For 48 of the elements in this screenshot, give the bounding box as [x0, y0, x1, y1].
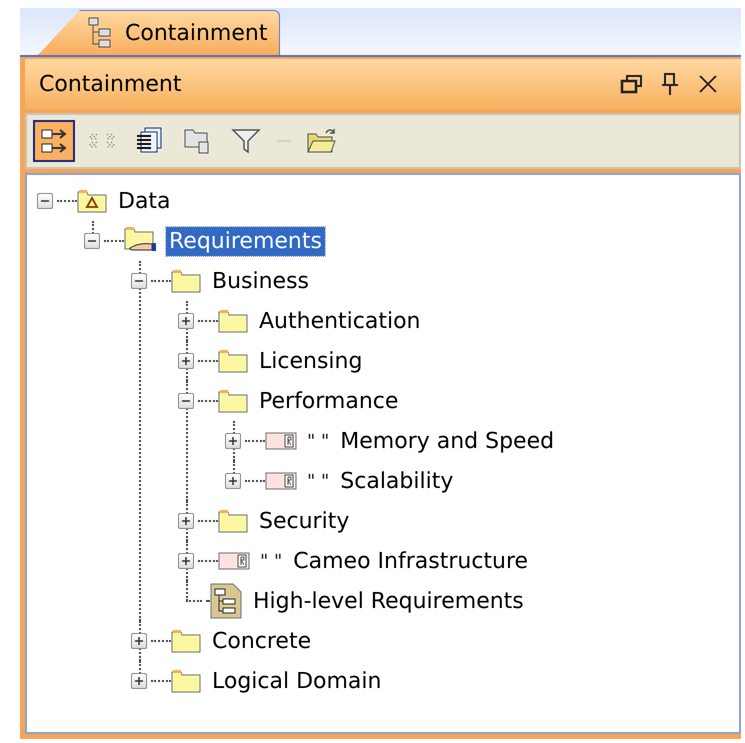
- folder-icon: [171, 269, 201, 293]
- tree-item[interactable]: Memory and Speed: [337, 426, 558, 456]
- expand-icon[interactable]: [178, 553, 194, 569]
- tree-item[interactable]: Concrete: [209, 626, 314, 656]
- pin-icon: [661, 72, 679, 96]
- folder-icon: [218, 349, 248, 373]
- tree-item[interactable]: Data: [115, 186, 174, 216]
- tree-item[interactable]: Cameo Infrastructure: [290, 546, 532, 576]
- folder-icon: [171, 669, 201, 693]
- tree-item[interactable]: Business: [209, 266, 312, 296]
- panel-title: Containment: [39, 72, 182, 96]
- requirement-icon: [218, 552, 250, 570]
- folder-icon: [218, 389, 248, 413]
- expand-icon[interactable]: [178, 313, 194, 329]
- tree-item[interactable]: Performance: [256, 386, 402, 416]
- diagram-icon: [210, 583, 242, 619]
- expand-icon[interactable]: [131, 673, 147, 689]
- collapse-icon[interactable]: [131, 273, 147, 289]
- tree-item[interactable]: High-level Requirements: [250, 586, 527, 616]
- tree-item[interactable]: Logical Domain: [209, 666, 384, 696]
- close-icon: [698, 74, 718, 94]
- expand-icon[interactable]: [178, 353, 194, 369]
- folder-icon: [171, 629, 201, 653]
- folder-icon: [218, 509, 248, 533]
- tree-item[interactable]: Licensing: [256, 346, 366, 376]
- expand-icon[interactable]: [131, 633, 147, 649]
- tree-item[interactable]: Scalability: [337, 466, 456, 496]
- stereotype-marks: " ": [260, 550, 282, 572]
- folder-icon: [218, 309, 248, 333]
- requirement-icon: [265, 472, 297, 490]
- requirement-icon: [265, 432, 297, 450]
- containment-tab[interactable]: Containment: [38, 10, 280, 55]
- tree-item[interactable]: Security: [256, 506, 352, 536]
- tree-icon: [87, 17, 113, 49]
- tab-label: Containment: [125, 20, 268, 46]
- stereotype-marks: " ": [307, 430, 330, 452]
- toolbar-button[interactable]: [33, 120, 75, 162]
- tree-item[interactable]: Authentication: [256, 306, 424, 336]
- restore-icon: [620, 73, 644, 95]
- collapse-icon[interactable]: [84, 233, 100, 249]
- collapse-icon[interactable]: [178, 393, 194, 409]
- expand-icon[interactable]: [225, 473, 241, 489]
- package-icon: [77, 189, 107, 213]
- collapse-icon[interactable]: [37, 193, 53, 209]
- stereotype-marks: " ": [307, 470, 330, 492]
- expand-icon[interactable]: [178, 513, 194, 529]
- tree-item[interactable]: Requirements: [166, 226, 325, 256]
- expand-icon[interactable]: [225, 433, 241, 449]
